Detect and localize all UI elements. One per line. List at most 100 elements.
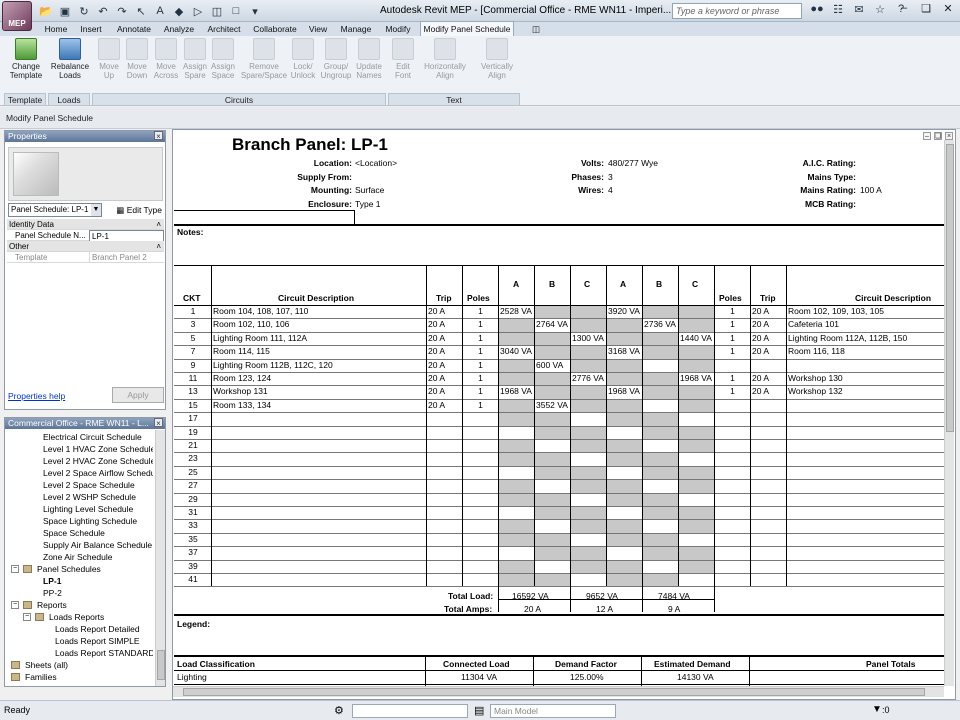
move-up-button[interactable]: Move Up: [94, 38, 124, 80]
minimize-icon[interactable]: –: [896, 2, 912, 18]
communication-icon[interactable]: ✉: [850, 3, 868, 19]
circuit-cell-c2[interactable]: 1440 VA: [680, 333, 713, 343]
circuit-cell-desc2[interactable]: Cafeteria 101: [788, 319, 943, 329]
collapse-icon[interactable]: −: [23, 613, 31, 621]
circuit-cell-poles[interactable]: 1: [464, 346, 497, 356]
circuit-cell-ckt[interactable]: 27: [176, 480, 210, 490]
circuit-cell-ckt[interactable]: 21: [176, 440, 210, 450]
tab-analyze[interactable]: Analyze: [160, 22, 198, 36]
apply-button[interactable]: Apply: [112, 387, 164, 403]
sync-icon[interactable]: ↻: [76, 3, 92, 19]
group-ungroup-button[interactable]: Group/Ungroup: [318, 38, 354, 80]
circuit-cell-ckt[interactable]: 31: [176, 507, 210, 517]
circuit-cell-trip[interactable]: 20 A: [428, 360, 461, 370]
circuit-cell-trip2[interactable]: 20 A: [752, 373, 785, 383]
tab-architect[interactable]: Architect: [202, 22, 246, 36]
tab-home[interactable]: Home: [40, 22, 72, 36]
circuit-cell-poles2[interactable]: 1: [716, 346, 749, 356]
circuit-cell-trip[interactable]: 20 A: [428, 306, 461, 316]
properties-help-link[interactable]: Properties help: [8, 391, 65, 401]
browser-item[interactable]: Level 2 Space Airflow Schedule: [7, 467, 153, 479]
horizontally-align-button[interactable]: Horizontally Align: [420, 38, 470, 80]
circuit-cell-poles[interactable]: 1: [464, 306, 497, 316]
circuit-cell-trip2[interactable]: 20 A: [752, 346, 785, 356]
circuit-cell-desc[interactable]: Lighting Room 111, 112A: [213, 333, 425, 343]
circuit-cell-trip[interactable]: 20 A: [428, 386, 461, 396]
browser-item[interactable]: Loads Report Detailed: [7, 623, 153, 635]
rebalance-loads-button[interactable]: Rebalance Loads: [50, 38, 90, 80]
type-selector[interactable]: Panel Schedule: LP-1 ▼: [8, 203, 102, 217]
circuit-cell-desc2[interactable]: Workshop 130: [788, 373, 943, 383]
browser-item[interactable]: Level 2 WSHP Schedule: [7, 491, 153, 503]
redo-icon[interactable]: ↷: [114, 3, 130, 19]
phases-value[interactable]: 3: [608, 172, 613, 182]
circuit-cell-trip[interactable]: 20 A: [428, 400, 461, 410]
edit-type-button[interactable]: ▦ Edit Type: [106, 203, 164, 217]
browser-scrollbar[interactable]: [155, 430, 165, 686]
filter-icon[interactable]: ▼: [872, 704, 882, 715]
circuit-cell-trip2[interactable]: 20 A: [752, 306, 785, 316]
circuit-cell-poles2[interactable]: 1: [716, 319, 749, 329]
qat-dropdown-icon[interactable]: ▾: [247, 3, 263, 19]
circuit-cell-ckt[interactable]: 15: [176, 400, 210, 410]
circuit-cell-ckt[interactable]: 29: [176, 494, 210, 504]
circuit-cell-b[interactable]: 600 VA: [536, 360, 569, 370]
circuit-cell-ckt[interactable]: 13: [176, 386, 210, 396]
circuit-cell-desc2[interactable]: Room 102, 109, 103, 105: [788, 306, 943, 316]
mains-rating-value[interactable]: 100 A: [860, 185, 882, 195]
collapse-icon[interactable]: −: [11, 565, 19, 573]
close-icon[interactable]: ×: [154, 131, 163, 141]
browser-item[interactable]: Level 1 HVAC Zone Schedule: [7, 443, 153, 455]
browser-item[interactable]: Space Schedule: [7, 527, 153, 539]
close-icon[interactable]: ×: [945, 132, 953, 140]
circuit-cell-poles[interactable]: 1: [464, 386, 497, 396]
worksets-icon[interactable]: ⚙: [334, 704, 344, 717]
circuit-cell-poles[interactable]: 1: [464, 400, 497, 410]
design-options-icon[interactable]: ▤: [474, 704, 484, 717]
circuit-cell-trip2[interactable]: 20 A: [752, 386, 785, 396]
location-value[interactable]: <Location>: [355, 158, 397, 168]
circuit-cell-c[interactable]: 2776 VA: [572, 373, 605, 383]
save-icon[interactable]: ▣: [57, 3, 73, 19]
tag-icon[interactable]: A: [152, 3, 168, 19]
circuit-cell-ckt[interactable]: 35: [176, 534, 210, 544]
circuit-cell-c[interactable]: 1300 VA: [572, 333, 605, 343]
assign-space-button[interactable]: Assign Space: [208, 38, 238, 80]
circuit-cell-trip[interactable]: 20 A: [428, 319, 461, 329]
undo-icon[interactable]: ↶: [95, 3, 111, 19]
tab-insert[interactable]: Insert: [74, 22, 108, 36]
circuit-cell-ckt[interactable]: 11: [176, 373, 210, 383]
circuit-cell-ckt[interactable]: 37: [176, 547, 210, 557]
circuit-cell-a2[interactable]: 3168 VA: [608, 346, 641, 356]
vertically-align-button[interactable]: Vertically Align: [474, 38, 520, 80]
circuit-cell-desc2[interactable]: Room 116, 118: [788, 346, 943, 356]
circuit-cell-desc2[interactable]: Lighting Room 112A, 112B, 150: [788, 333, 943, 343]
close-hidden-icon[interactable]: ◫: [209, 3, 225, 19]
circuit-cell-poles[interactable]: 1: [464, 333, 497, 343]
browser-item[interactable]: Loads Report SIMPLE: [7, 635, 153, 647]
favorites-icon[interactable]: ☆: [871, 3, 889, 19]
change-template-button[interactable]: Change Template: [6, 38, 46, 80]
tab-annotate[interactable]: Annotate: [112, 22, 156, 36]
circuit-cell-poles[interactable]: 1: [464, 360, 497, 370]
browser-item[interactable]: Level 2 HVAC Zone Schedule: [7, 455, 153, 467]
3d-view-icon[interactable]: ◆: [171, 3, 187, 19]
circuit-cell-poles[interactable]: 1: [464, 319, 497, 329]
tab-modify[interactable]: Modify: [380, 22, 416, 36]
browser-item[interactable]: PP-2: [7, 587, 153, 599]
circuit-cell-desc[interactable]: Workshop 131: [213, 386, 425, 396]
circuit-cell-ckt[interactable]: 3: [176, 319, 210, 329]
circuit-cell-trip[interactable]: 20 A: [428, 333, 461, 343]
circuit-cell-ckt[interactable]: 1: [176, 306, 210, 316]
category-identity-data[interactable]: Identity Data ˄: [7, 219, 164, 230]
browser-item[interactable]: Level 2 Space Schedule: [7, 479, 153, 491]
browser-item[interactable]: Zone Air Schedule: [7, 551, 153, 563]
circuit-cell-b[interactable]: 3552 VA: [536, 400, 569, 410]
binoculars-icon[interactable]: ●●: [808, 3, 826, 19]
subscription-icon[interactable]: ☷: [829, 3, 847, 19]
browser-item[interactable]: Space Lighting Schedule: [7, 515, 153, 527]
browser-item[interactable]: LP-1: [7, 575, 153, 587]
tab-view[interactable]: View: [304, 22, 332, 36]
schedule-vertical-scrollbar[interactable]: [944, 140, 954, 686]
circuit-cell-ckt[interactable]: 39: [176, 561, 210, 571]
